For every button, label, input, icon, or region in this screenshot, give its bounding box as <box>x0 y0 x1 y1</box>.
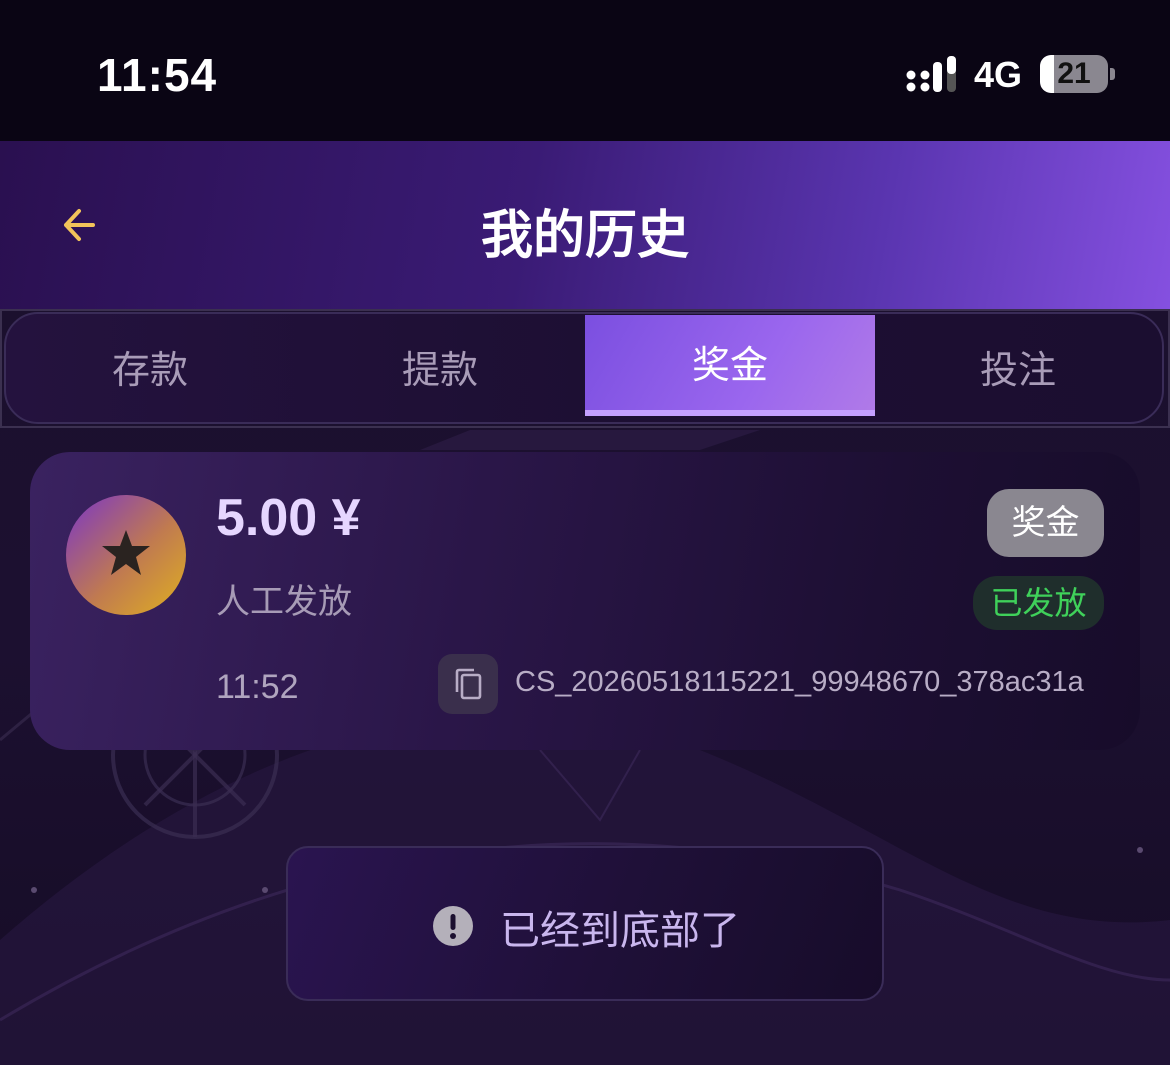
battery-level: 21 <box>1057 57 1091 90</box>
tab-bets[interactable]: 投注 <box>873 315 1163 416</box>
record-time: 11:52 <box>216 668 299 706</box>
end-of-list-text: 已经到底部了 <box>500 908 740 954</box>
record-source: 人工发放 <box>216 582 352 622</box>
record-amount: 5.00 ¥ <box>216 489 361 547</box>
status-badge: 已发放 <box>973 576 1104 630</box>
order-id: CS_20260518115221_99948670_378ac31a <box>515 666 1084 698</box>
status-bar: 11:54 4G 21 <box>0 0 1170 141</box>
network-label: 4G <box>974 54 1023 95</box>
battery-icon: 21 <box>1040 55 1108 93</box>
page-title: 我的历史 <box>480 206 689 266</box>
status-time: 11:54 <box>97 49 218 101</box>
exclamation-circle-icon <box>433 906 473 946</box>
signal-icon <box>906 56 956 92</box>
type-badge: 奖金 <box>987 489 1104 557</box>
copy-button[interactable] <box>438 654 498 714</box>
star-icon <box>102 530 150 575</box>
history-page: 11:54 4G 21 我的历史 存款 提款 奖金 投注 5.00 ¥ 人工发放 <box>0 0 1170 1065</box>
copy-icon <box>455 668 482 700</box>
battery-tip <box>1110 68 1115 80</box>
tab-bonus[interactable]: 奖金 <box>585 315 875 416</box>
tab-withdrawal[interactable]: 提款 <box>295 315 585 416</box>
tab-deposit[interactable]: 存款 <box>5 315 295 416</box>
